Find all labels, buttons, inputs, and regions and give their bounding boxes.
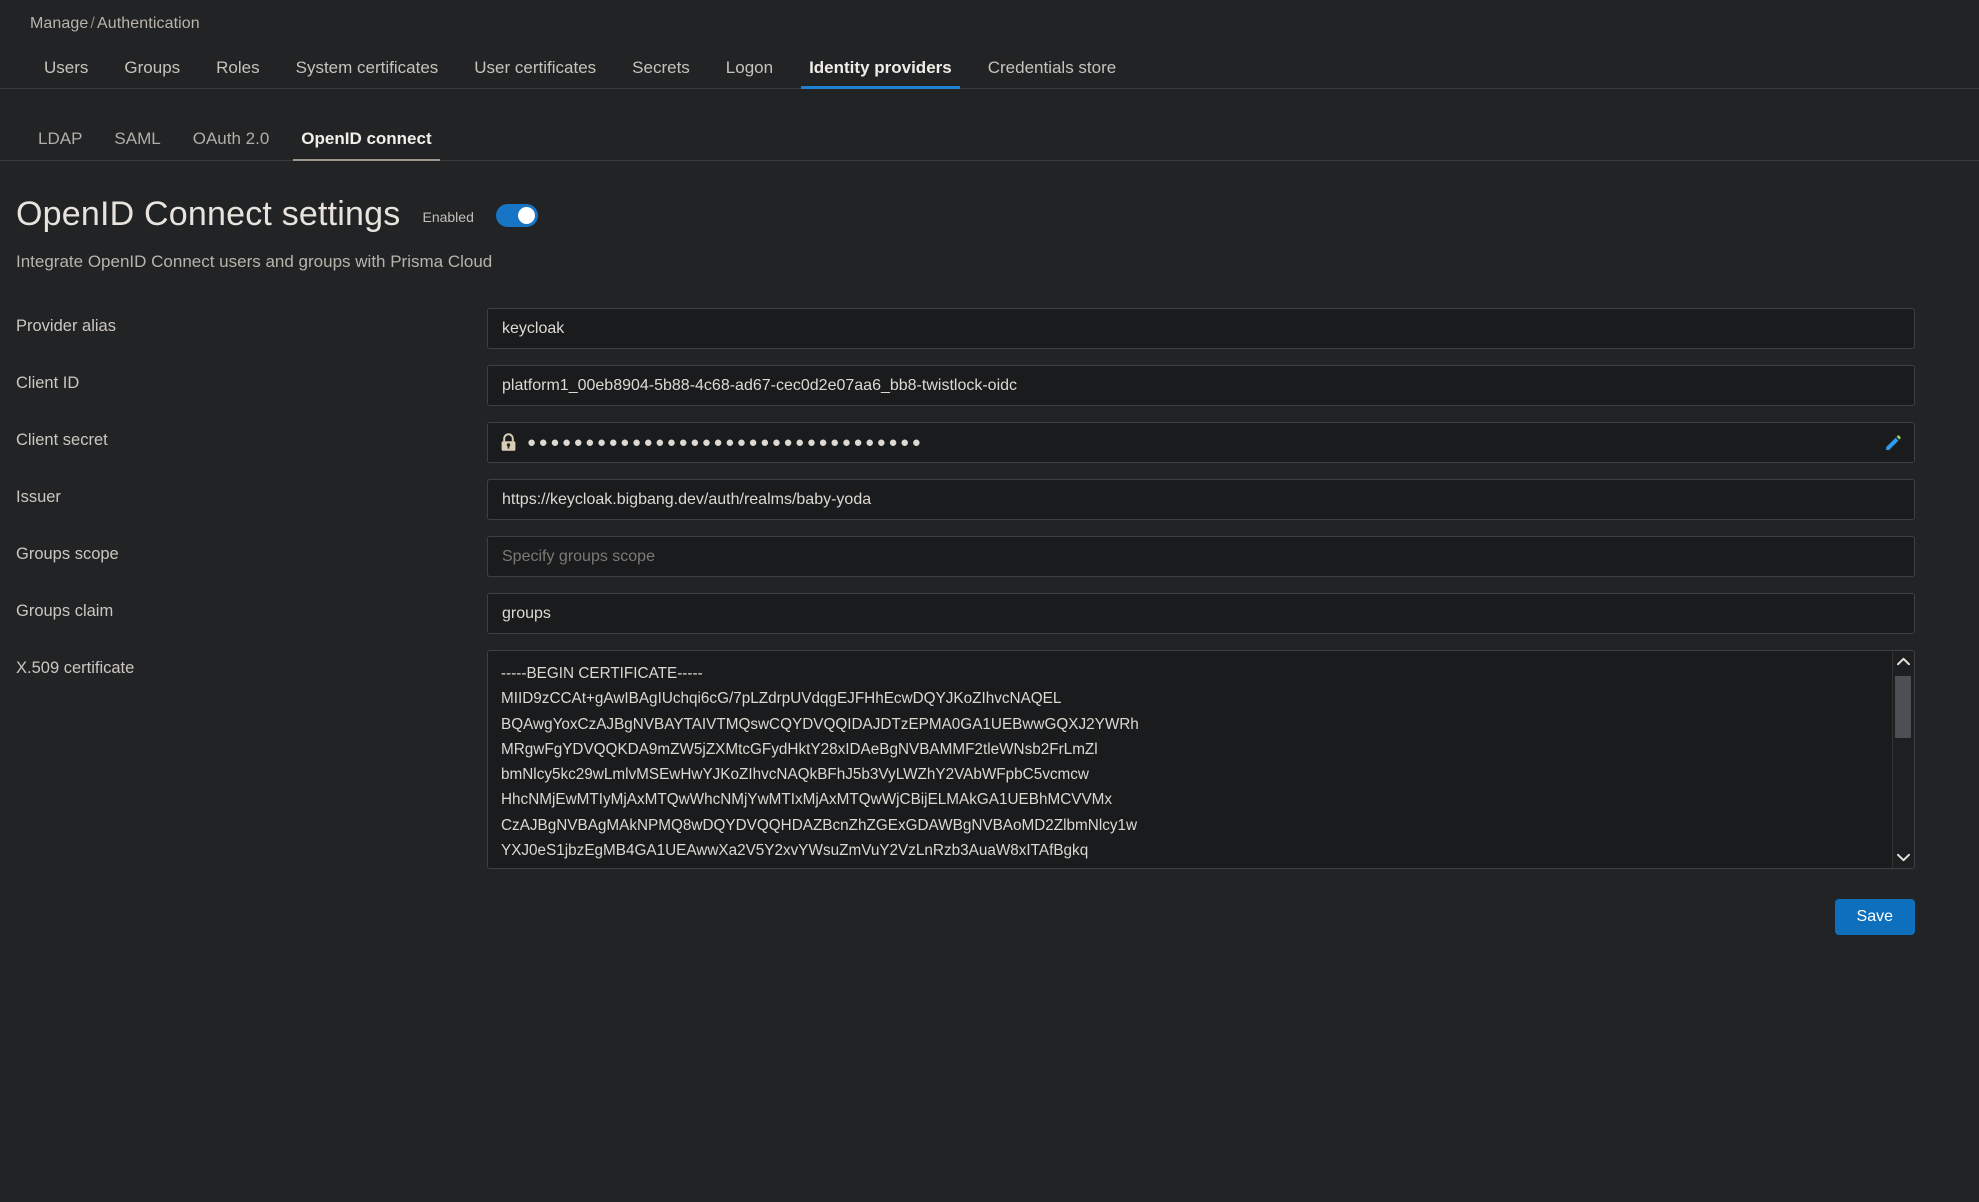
field-row-provider-alias: Provider alias keycloak bbox=[0, 308, 1979, 349]
oidc-settings-form: Provider alias keycloak Client ID platfo… bbox=[0, 308, 1979, 935]
field-row-x509-certificate: X.509 certificate -----BEGIN CERTIFICATE… bbox=[0, 650, 1979, 869]
x509-certificate-field-wrap: -----BEGIN CERTIFICATE----- MIID9zCCAt+g… bbox=[487, 650, 1979, 869]
page-title: OpenID Connect settings bbox=[16, 195, 400, 234]
page-subtitle: Integrate OpenID Connect users and group… bbox=[16, 252, 1979, 272]
tab-system-certificates[interactable]: System certificates bbox=[278, 59, 457, 88]
client-id-label: Client ID bbox=[0, 365, 487, 393]
groups-scope-label: Groups scope bbox=[0, 536, 487, 564]
tab-identity-providers[interactable]: Identity providers bbox=[791, 59, 970, 88]
page-header: OpenID Connect settings Enabled Integrat… bbox=[0, 161, 1979, 272]
breadcrumb-root[interactable]: Manage bbox=[30, 15, 88, 32]
subtab-ldap[interactable]: LDAP bbox=[22, 130, 98, 160]
toggle-knob bbox=[518, 207, 535, 224]
x509-certificate-label: X.509 certificate bbox=[0, 650, 487, 678]
breadcrumb-current: Authentication bbox=[97, 15, 200, 32]
issuer-input[interactable]: https://keycloak.bigbang.dev/auth/realms… bbox=[487, 479, 1915, 520]
identity-provider-tab-bar: LDAPSAMLOAuth 2.0OpenID connect bbox=[0, 89, 1979, 161]
chevron-down-icon[interactable] bbox=[1897, 851, 1910, 864]
groups-claim-label: Groups claim bbox=[0, 593, 487, 621]
groups-claim-field-wrap: groups bbox=[487, 593, 1979, 634]
scrollbar-track[interactable] bbox=[1895, 676, 1911, 836]
enabled-label: Enabled bbox=[422, 205, 473, 225]
breadcrumb: Manage/Authentication bbox=[0, 0, 1979, 44]
provider-alias-field-wrap: keycloak bbox=[487, 308, 1979, 349]
client-id-field-wrap: platform1_00eb8904-5b88-4c68-ad67-cec0d2… bbox=[487, 365, 1979, 406]
save-button[interactable]: Save bbox=[1835, 899, 1915, 935]
field-row-groups-claim: Groups claim groups bbox=[0, 593, 1979, 634]
pencil-icon[interactable] bbox=[1884, 434, 1902, 452]
subtab-oauth-2-0[interactable]: OAuth 2.0 bbox=[177, 130, 286, 160]
breadcrumb-separator: / bbox=[88, 15, 97, 32]
groups-scope-input[interactable]: Specify groups scope bbox=[487, 536, 1915, 577]
enabled-toggle[interactable] bbox=[496, 204, 538, 227]
groups-scope-field-wrap: Specify groups scope bbox=[487, 536, 1979, 577]
issuer-label: Issuer bbox=[0, 479, 487, 507]
client-secret-field-wrap: ●●●●●●●●●●●●●●●●●●●●●●●●●●●●●●●●●● bbox=[487, 422, 1979, 463]
field-row-client-id: Client ID platform1_00eb8904-5b88-4c68-a… bbox=[0, 365, 1979, 406]
title-row: OpenID Connect settings Enabled bbox=[16, 195, 1979, 234]
chevron-up-icon[interactable] bbox=[1897, 655, 1910, 668]
client-secret-masked-value: ●●●●●●●●●●●●●●●●●●●●●●●●●●●●●●●●●● bbox=[527, 435, 923, 450]
client-id-input[interactable]: platform1_00eb8904-5b88-4c68-ad67-cec0d2… bbox=[487, 365, 1915, 406]
field-row-client-secret: Client secret ●●●●●●●●●●●●●●●●●●●●●●●●●●… bbox=[0, 422, 1979, 463]
subtab-saml[interactable]: SAML bbox=[98, 130, 176, 160]
provider-alias-label: Provider alias bbox=[0, 308, 487, 336]
form-actions: Save bbox=[0, 899, 1979, 935]
lock-icon bbox=[500, 433, 517, 452]
primary-tab-bar: UsersGroupsRolesSystem certificatesUser … bbox=[0, 44, 1979, 89]
tab-users[interactable]: Users bbox=[26, 59, 106, 88]
tab-groups[interactable]: Groups bbox=[106, 59, 198, 88]
x509-certificate-textarea[interactable]: -----BEGIN CERTIFICATE----- MIID9zCCAt+g… bbox=[488, 651, 1892, 868]
scrollbar-thumb[interactable] bbox=[1895, 676, 1911, 738]
field-row-issuer: Issuer https://keycloak.bigbang.dev/auth… bbox=[0, 479, 1979, 520]
tab-roles[interactable]: Roles bbox=[198, 59, 277, 88]
client-secret-label: Client secret bbox=[0, 422, 487, 450]
tab-user-certificates[interactable]: User certificates bbox=[456, 59, 614, 88]
x509-certificate-textarea-container: -----BEGIN CERTIFICATE----- MIID9zCCAt+g… bbox=[487, 650, 1915, 869]
tab-logon[interactable]: Logon bbox=[708, 59, 791, 88]
subtab-openid-connect[interactable]: OpenID connect bbox=[285, 130, 447, 160]
issuer-field-wrap: https://keycloak.bigbang.dev/auth/realms… bbox=[487, 479, 1979, 520]
tab-credentials-store[interactable]: Credentials store bbox=[970, 59, 1135, 88]
tab-secrets[interactable]: Secrets bbox=[614, 59, 708, 88]
provider-alias-input[interactable]: keycloak bbox=[487, 308, 1915, 349]
client-secret-input[interactable]: ●●●●●●●●●●●●●●●●●●●●●●●●●●●●●●●●●● bbox=[487, 422, 1915, 463]
field-row-groups-scope: Groups scope Specify groups scope bbox=[0, 536, 1979, 577]
certificate-scrollbar[interactable] bbox=[1892, 651, 1914, 868]
groups-claim-input[interactable]: groups bbox=[487, 593, 1915, 634]
